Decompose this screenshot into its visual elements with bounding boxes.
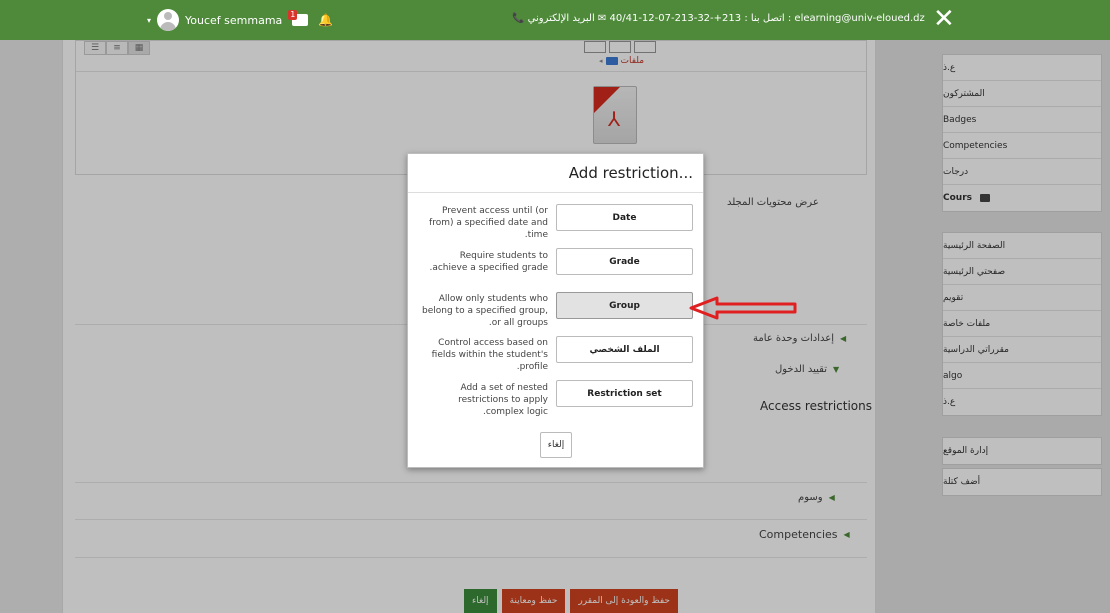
group-description: Allow only students who belong to a spec…	[422, 294, 548, 328]
date-button[interactable]: Date	[556, 204, 693, 231]
grade-button[interactable]: Grade	[556, 248, 693, 275]
restriction-set-button[interactable]: Restriction set	[556, 380, 693, 407]
message-icon[interactable]: 1	[288, 10, 309, 26]
profile-description: Control access based on fields within th…	[431, 338, 548, 372]
profile-button[interactable]: الملف الشخصي	[556, 336, 693, 363]
avatar[interactable]	[157, 9, 180, 31]
top-navbar: ✕ 📞 اتصل بنا : 213+-32-213-07-12-40/41 ✉…	[0, 0, 1110, 40]
annotation-arrow-icon	[689, 296, 797, 320]
user-menu[interactable]: ▾ Youcef semmama 1 🔔	[147, 8, 333, 32]
group-button[interactable]: Group	[556, 292, 693, 319]
restriction-set-description: Add a set of nested restrictions to appl…	[458, 383, 548, 417]
message-count-badge: 1	[288, 10, 298, 20]
grade-description: Require students to achieve a specified …	[429, 251, 548, 273]
add-restriction-dialog: Add restriction... Prevent access until …	[407, 153, 704, 468]
divider	[408, 192, 703, 193]
contact-info: 📞 اتصل بنا : 213+-32-213-07-12-40/41 ✉ ا…	[512, 13, 925, 24]
dialog-title: Add restriction...	[568, 164, 693, 182]
chevron-down-icon[interactable]: ▾	[147, 16, 151, 25]
close-icon[interactable]: ✕	[933, 6, 955, 32]
dialog-cancel-button[interactable]: إلغاء	[540, 432, 572, 458]
date-description: Prevent access until (or from) a specifi…	[429, 206, 548, 240]
username[interactable]: Youcef semmama	[185, 14, 282, 27]
notification-icon[interactable]: 🔔	[318, 13, 333, 27]
